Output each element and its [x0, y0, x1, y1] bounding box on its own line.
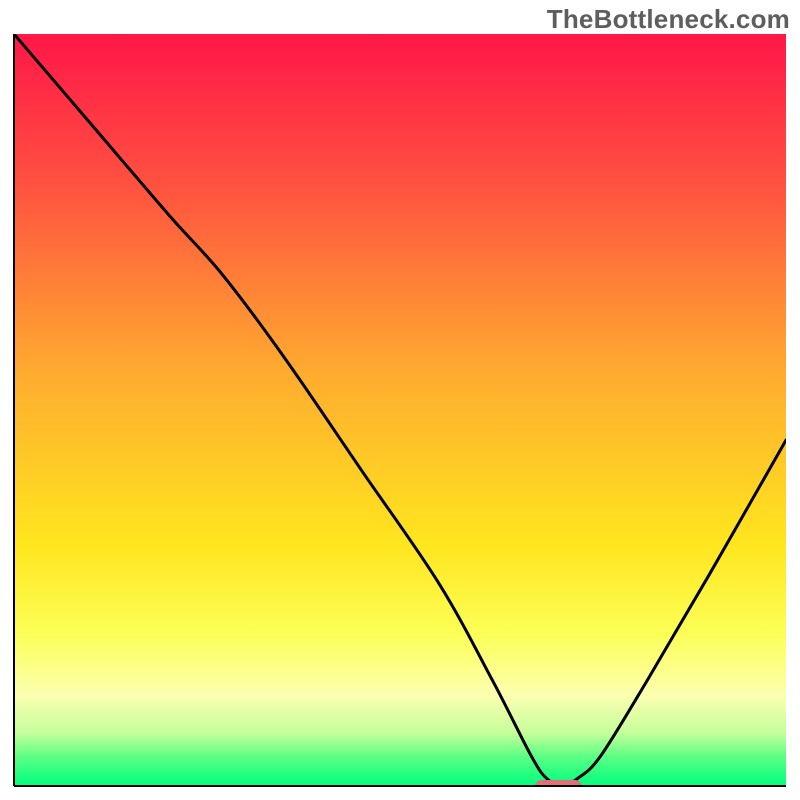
chart-container: TheBottleneck.com: [0, 0, 800, 800]
watermark-text: TheBottleneck.com: [547, 4, 790, 35]
gradient-background: [14, 34, 786, 786]
chart-svg: [0, 0, 800, 800]
